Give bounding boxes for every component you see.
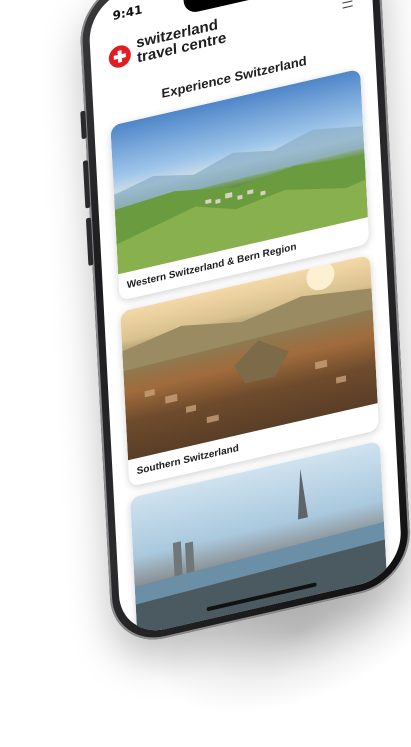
phone-frame: 9:41 switzerland travel centre Experienc…	[78, 0, 411, 650]
hamburger-icon[interactable]	[342, 0, 353, 9]
brand-logo-text[interactable]: switzerland travel centre	[136, 15, 227, 66]
action-button	[80, 110, 87, 140]
volume-down-button	[85, 217, 94, 266]
swiss-cross-icon	[108, 43, 132, 70]
phone-screen: 9:41 switzerland travel centre Experienc…	[87, 0, 403, 639]
status-time: 9:41	[112, 2, 143, 24]
volume-up-button	[82, 159, 91, 209]
